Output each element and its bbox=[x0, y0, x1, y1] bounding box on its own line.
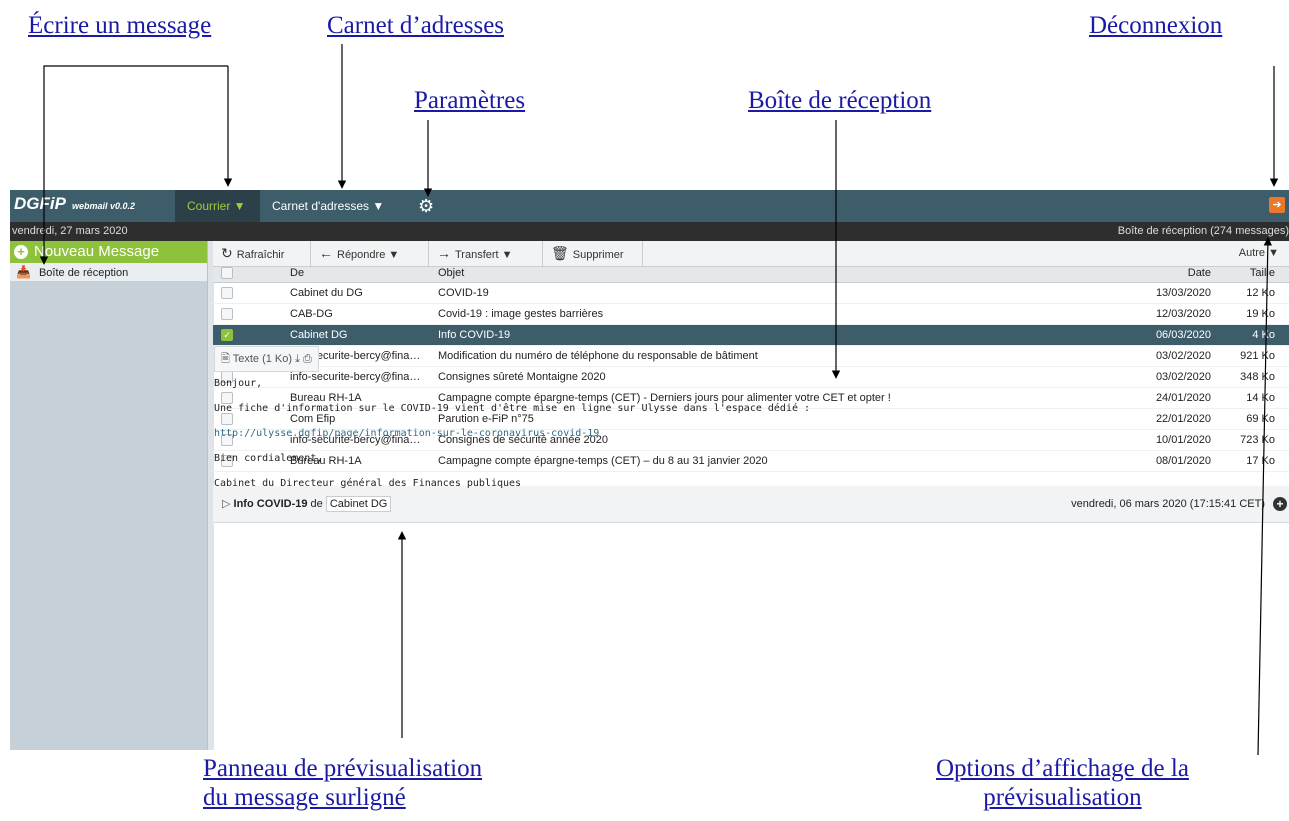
annotation-panneau: Panneau de prévisualisation du message s… bbox=[203, 755, 482, 813]
preview-options-icon[interactable]: + bbox=[1273, 497, 1287, 511]
col-subject[interactable]: Objet bbox=[438, 267, 1258, 279]
reply-button[interactable]: ← Répondre ▼ bbox=[311, 241, 429, 266]
row-size: 14 Ko bbox=[1246, 392, 1275, 404]
annotation-deconnexion: Déconnexion bbox=[1089, 12, 1223, 39]
forward-button[interactable]: → Transfert ▼ bbox=[429, 241, 543, 266]
row-date: 03/02/2020 bbox=[1155, 371, 1211, 383]
refresh-icon: ↻ bbox=[221, 245, 233, 261]
preview-date: vendredi, 06 mars 2020 (17:15:41 CET) bbox=[1071, 498, 1265, 510]
table-row[interactable]: Cabinet du DG COVID-19 13/03/2020 12 Ko bbox=[213, 283, 1289, 304]
annotation-ecrire: Écrire un message bbox=[28, 12, 212, 39]
row-subject: Covid-19 : image gestes barrières bbox=[438, 308, 604, 320]
annotation-carnet: Carnet d’adresses bbox=[327, 12, 505, 39]
annotation-panneau-line1: Panneau de prévisualisation bbox=[203, 755, 483, 782]
row-size: 4 Ko bbox=[1252, 329, 1275, 341]
row-size: 921 Ko bbox=[1240, 350, 1275, 362]
col-from[interactable]: De bbox=[290, 267, 425, 279]
annotation-panneau-line2: du message surligné bbox=[203, 783, 406, 811]
document-icon: 🗎 bbox=[221, 353, 230, 365]
body-signature: Cabinet du Directeur général des Finance… bbox=[214, 478, 522, 489]
row-size: 723 Ko bbox=[1240, 434, 1275, 446]
row-date: 06/03/2020 bbox=[1155, 329, 1211, 341]
row-size: 19 Ko bbox=[1246, 308, 1275, 320]
row-size: 12 Ko bbox=[1246, 287, 1275, 299]
print-icon[interactable]: ⎙ bbox=[303, 353, 312, 365]
row-date: 22/01/2020 bbox=[1155, 413, 1211, 425]
row-subject: Info COVID-19 bbox=[438, 329, 511, 341]
body-closing: Bien cordialement, bbox=[214, 453, 323, 464]
trash-icon: 🗑 bbox=[551, 245, 569, 261]
delete-button[interactable]: 🗑 Supprimer bbox=[543, 241, 643, 266]
row-date: 10/01/2020 bbox=[1155, 434, 1211, 446]
annotation-parametres: Paramètres bbox=[414, 87, 526, 114]
row-size: 17 Ko bbox=[1246, 455, 1275, 467]
col-size[interactable]: Taille bbox=[1231, 267, 1275, 279]
row-subject: Modification du numéro de téléphone du r… bbox=[438, 350, 758, 362]
row-date: 24/01/2020 bbox=[1155, 392, 1211, 404]
reply-icon: ← bbox=[319, 245, 333, 261]
select-all-checkbox[interactable] bbox=[221, 267, 233, 280]
annotation-boite: Boîte de réception bbox=[748, 87, 932, 114]
row-date: 13/03/2020 bbox=[1155, 287, 1211, 299]
list-header: De Objet Date Taille bbox=[213, 267, 1289, 283]
row-checkbox[interactable] bbox=[221, 304, 233, 324]
row-date: 12/03/2020 bbox=[1155, 308, 1211, 320]
row-subject: COVID-19 bbox=[438, 287, 489, 299]
col-date[interactable]: Date bbox=[1143, 267, 1211, 279]
body-greeting: Bonjour, bbox=[214, 378, 263, 389]
table-row[interactable]: CAB-DG Covid-19 : image gestes barrières 1… bbox=[213, 304, 1289, 325]
other-menu[interactable]: Autre ▼ bbox=[1239, 241, 1279, 266]
attachment-label: Texte (1 Ko) bbox=[232, 353, 293, 365]
refresh-button[interactable]: ↻ Rafraîchir bbox=[213, 241, 311, 266]
forward-icon: → bbox=[437, 245, 451, 261]
body-line1: Une fiche d'information sur le COVID-19 … bbox=[214, 403, 811, 414]
attachment[interactable]: 🗎 Texte (1 Ko) ⤓ ⎙ bbox=[214, 346, 319, 372]
row-from: Cabinet DG bbox=[290, 329, 348, 341]
annotation-options: Options d’affichage de la prévisualisati… bbox=[936, 755, 1189, 813]
annotation-options-line1: Options d’affichage de la bbox=[936, 755, 1189, 782]
row-size: 348 Ko bbox=[1240, 371, 1275, 383]
row-checkbox[interactable]: ✓ bbox=[221, 325, 233, 345]
table-row[interactable]: ✓ Cabinet DG Info COVID-19 06/03/2020 4 Ko bbox=[213, 325, 1289, 346]
table-row[interactable]: info-securite-bercy@fina… Modification du… bbox=[213, 346, 1289, 367]
row-date: 08/01/2020 bbox=[1155, 455, 1211, 467]
download-icon[interactable]: ⤓ bbox=[295, 353, 300, 365]
body-link[interactable]: http://ulysse.dgfip/page/information-sur… bbox=[214, 428, 810, 439]
row-date: 03/02/2020 bbox=[1155, 350, 1211, 362]
row-from: Cabinet du DG bbox=[290, 287, 363, 299]
row-checkbox[interactable] bbox=[221, 283, 233, 303]
annotation-options-line2: prévisualisation bbox=[983, 783, 1142, 811]
message-body: Bonjour, Une fiche d'information sur le … bbox=[214, 378, 810, 503]
toolbar: ↻ Rafraîchir ← Répondre ▼ → Transfert ▼ 🗑 Su… bbox=[213, 241, 1289, 267]
row-size: 69 Ko bbox=[1246, 413, 1275, 425]
row-from: CAB-DG bbox=[290, 308, 333, 320]
